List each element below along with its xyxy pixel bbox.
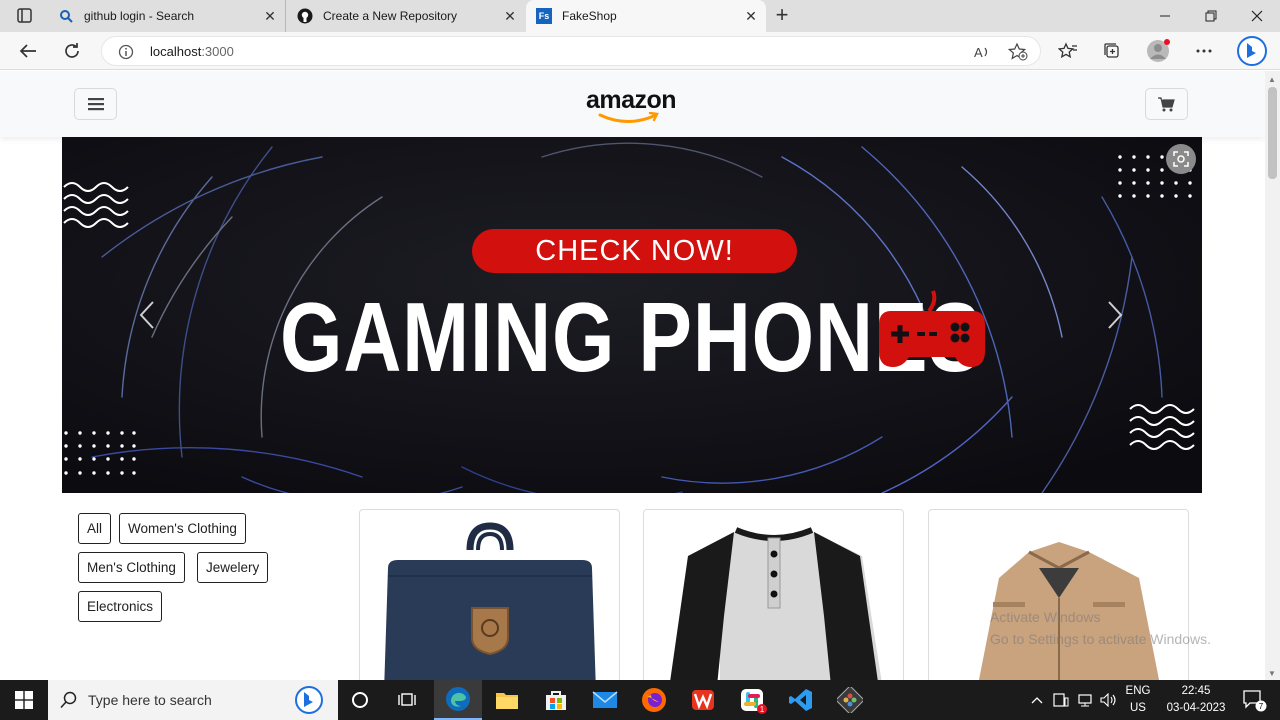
search-icon (58, 8, 74, 24)
logo-text: amazon (586, 86, 677, 114)
cortana-icon[interactable] (336, 680, 384, 720)
filter-electronics-button[interactable]: Electronics (78, 591, 163, 622)
taskbar-search-placeholder: Type here to search (88, 692, 212, 708)
restore-icon[interactable] (1188, 0, 1234, 32)
game-dev-tool-icon[interactable] (826, 680, 874, 720)
check-now-badge[interactable]: CHECK NOW! (472, 229, 797, 273)
visual-search-icon[interactable] (1166, 144, 1196, 174)
read-aloud-icon[interactable]: A (973, 43, 991, 66)
henley-shirt-image (670, 527, 882, 680)
microsoft-store-icon[interactable] (532, 680, 580, 720)
windows-activation-watermark: Activate Windows Go to Settings to activ… (990, 606, 1211, 650)
bing-icon[interactable] (294, 685, 324, 715)
amazon-logo[interactable]: amazon (586, 86, 678, 123)
tab-title: github login - Search (84, 9, 195, 23)
tab-github-search[interactable]: github login - Search ✕ (48, 0, 286, 32)
more-options-icon[interactable] (1189, 36, 1219, 66)
notification-center-icon[interactable]: 7 (1234, 680, 1274, 720)
tab-fakeshop[interactable]: Fs FakeShop ✕ (526, 0, 766, 32)
tab-strip: github login - Search ✕ Create a New Rep… (0, 0, 1280, 32)
amazon-smile-icon (598, 112, 659, 123)
edge-browser-icon[interactable] (434, 680, 482, 720)
product-card[interactable] (359, 509, 620, 680)
banner-headline: GAMING PHONES (280, 282, 983, 392)
volume-icon[interactable] (1098, 680, 1120, 720)
clock-date: 03-04-2023 (1166, 702, 1226, 714)
favorites-icon[interactable] (1053, 36, 1083, 66)
profile-avatar[interactable] (1143, 36, 1173, 66)
mail-icon[interactable] (581, 680, 629, 720)
scrollbar-thumb[interactable] (1268, 87, 1277, 179)
scroll-up-arrow-icon[interactable]: ▲ (1268, 75, 1276, 84)
watermark-title: Activate Windows (990, 609, 1101, 625)
page-viewport: amazon CHECK NOW! GAMING PHONES All Wome… (0, 71, 1265, 680)
filter-womens-clothing-button[interactable]: Women's Clothing (119, 513, 246, 544)
tab-title: Create a New Repository (323, 9, 458, 23)
jacket-image (978, 542, 1160, 680)
close-window-icon[interactable] (1234, 0, 1280, 32)
tab-title: FakeShop (562, 9, 617, 23)
clock[interactable]: 22:45 03-04-2023 (1160, 680, 1232, 720)
scroll-down-arrow-icon[interactable]: ▼ (1268, 669, 1276, 678)
windows-taskbar: Type here to search 1 ENG US 22:45 03-04… (0, 680, 1280, 720)
product-card[interactable] (643, 509, 904, 680)
close-tab-icon[interactable]: ✕ (263, 9, 277, 23)
carousel-prev-arrow-icon[interactable] (132, 297, 162, 333)
taskbar-search-box[interactable]: Type here to search (48, 680, 338, 720)
backpack-image (384, 522, 596, 680)
hero-carousel: CHECK NOW! GAMING PHONES (62, 137, 1202, 493)
language-indicator[interactable]: ENG US (1122, 680, 1154, 720)
notification-count: 7 (1259, 702, 1264, 711)
github-icon (297, 8, 313, 24)
slack-badge-count: 1 (760, 705, 765, 714)
url-port: :3000 (201, 44, 234, 59)
fakeshop-favicon-text: Fs (536, 8, 552, 24)
back-arrow-icon[interactable] (13, 36, 43, 66)
menu-toggle-button[interactable] (74, 88, 117, 120)
close-tab-icon[interactable]: ✕ (503, 9, 517, 23)
site-navbar: amazon (0, 71, 1265, 137)
collections-icon[interactable] (1097, 36, 1127, 66)
svg-text:A: A (974, 45, 983, 60)
clock-time: 22:45 (1181, 685, 1211, 697)
task-view-icon[interactable] (384, 680, 432, 720)
minimize-icon[interactable] (1142, 0, 1188, 32)
network-icon[interactable] (1074, 680, 1096, 720)
vscode-icon[interactable] (777, 680, 825, 720)
carousel-next-arrow-icon[interactable] (1100, 297, 1130, 333)
language-code: ENG (1125, 685, 1151, 697)
slack-icon[interactable]: 1 (728, 680, 776, 720)
region-code: US (1130, 702, 1146, 714)
page-scrollbar[interactable]: ▲ ▼ (1265, 71, 1280, 680)
refresh-icon[interactable] (57, 36, 87, 66)
show-hidden-icons-icon[interactable] (1026, 680, 1048, 720)
gamepad-icon (879, 290, 985, 367)
close-tab-icon[interactable]: ✕ (744, 9, 758, 23)
tab-actions-icon[interactable] (10, 6, 38, 26)
product-card[interactable] (928, 509, 1189, 680)
filter-jewelery-button[interactable]: Jewelery (197, 552, 269, 583)
watermark-subtitle: Go to Settings to activate Windows. (990, 631, 1211, 647)
device-icon[interactable] (1050, 680, 1072, 720)
cart-button[interactable] (1145, 88, 1188, 120)
new-tab-icon[interactable]: + (770, 4, 794, 28)
address-bar[interactable]: localhost:3000 A (101, 36, 1041, 66)
cart-icon (1158, 96, 1175, 111)
wps-office-icon[interactable] (679, 680, 727, 720)
windows-start-icon[interactable] (0, 680, 48, 720)
firefox-icon[interactable] (630, 680, 678, 720)
bing-copilot-icon[interactable] (1235, 36, 1269, 66)
file-explorer-icon[interactable] (483, 680, 531, 720)
tab-create-repository[interactable]: Create a New Repository ✕ (287, 0, 525, 32)
search-icon (60, 691, 77, 709)
filter-mens-clothing-button[interactable]: Men's Clothing (78, 552, 185, 583)
site-info-icon[interactable] (118, 44, 134, 65)
hamburger-icon (87, 98, 104, 111)
filter-all-button[interactable]: All (78, 513, 112, 544)
url-text: localhost:3000 (150, 44, 234, 59)
add-favorite-icon[interactable] (1007, 42, 1028, 66)
browser-toolbar: localhost:3000 A (0, 32, 1280, 70)
fakeshop-icon: Fs (536, 8, 552, 24)
url-host: localhost (150, 44, 202, 59)
